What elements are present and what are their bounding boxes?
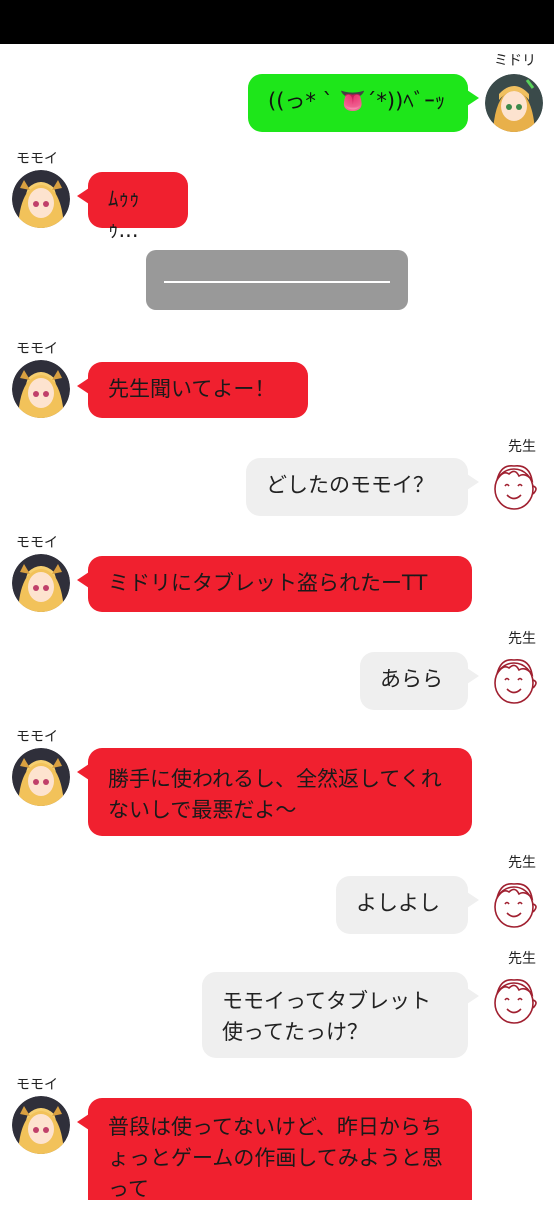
message-bubble-1[interactable]: ((っ* ` 👅´*))ﾍﾞｰｯ (248, 74, 479, 132)
divider-line (164, 281, 390, 283)
message-bubble-4[interactable]: どしたのモモイ？ (246, 458, 479, 516)
message-bubble-10[interactable]: 普段は使ってないけど、昨日からちょっとゲームの作画してみようと思って (77, 1098, 472, 1201)
message-bubble-5[interactable]: ミドリにタブレット盗られたーTT (77, 556, 472, 612)
message-bubble-9[interactable]: モモイってタブレット使ってたっけ？ (202, 972, 479, 1058)
status-bar (0, 0, 554, 44)
message-bubble-3[interactable]: 先生聞いてよー！ (77, 362, 308, 418)
momoi-avatar[interactable] (12, 1096, 70, 1154)
sender-name-sensei: 先生 (508, 855, 536, 871)
momoi-avatar[interactable] (12, 170, 70, 228)
message-bubble-7[interactable]: 勝手に使われるし、全然返してくれないしで最悪だよ～ (77, 748, 472, 836)
sender-name-momoi: モモイ (16, 1077, 58, 1093)
sender-name-momoi: モモイ (16, 341, 58, 357)
time-divider (146, 250, 408, 310)
sender-name-sensei: 先生 (508, 951, 536, 967)
momoi-avatar[interactable] (12, 360, 70, 418)
momoi-avatar[interactable] (12, 748, 70, 806)
sender-name-momoi: モモイ (16, 729, 58, 745)
sender-name-sensei: 先生 (508, 439, 536, 455)
sender-name-momoi: モモイ (16, 151, 58, 167)
midori-avatar[interactable] (485, 74, 543, 132)
momoi-avatar[interactable] (12, 554, 70, 612)
sensei-avatar[interactable] (485, 876, 543, 934)
message-bubble-6[interactable]: あらら (360, 652, 479, 710)
sensei-avatar[interactable] (485, 972, 543, 1030)
message-bubble-2[interactable]: ﾑｩｩｩ... (77, 172, 188, 242)
sender-name-sensei: 先生 (508, 631, 536, 647)
sender-name-momoi: モモイ (16, 535, 58, 551)
message-bubble-8[interactable]: よしよし (336, 876, 479, 934)
sender-name-midori: ミドリ (494, 53, 536, 69)
sensei-avatar[interactable] (485, 652, 543, 710)
sensei-avatar[interactable] (485, 458, 543, 516)
